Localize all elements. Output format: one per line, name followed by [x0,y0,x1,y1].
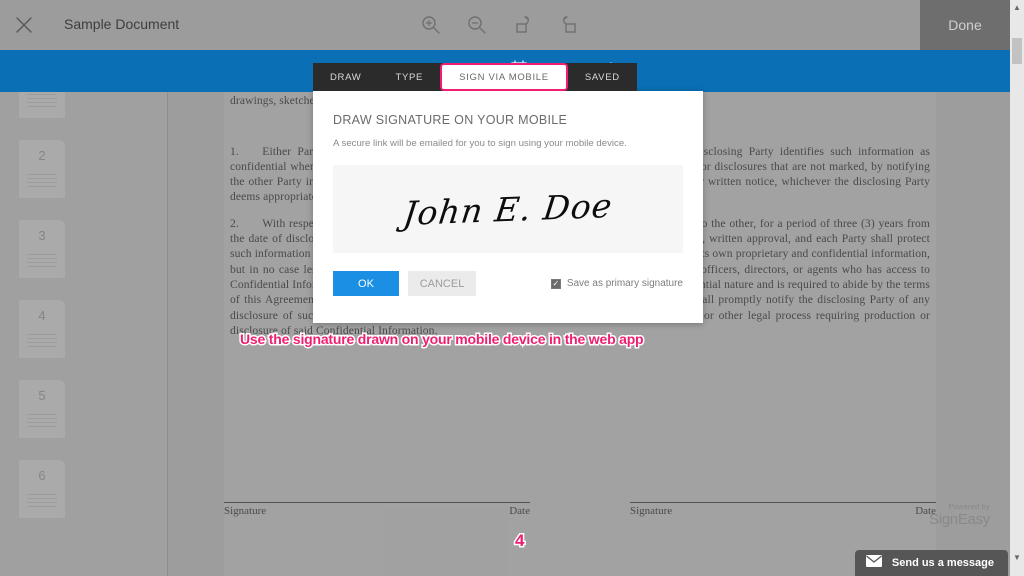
thumbnail-lines [27,94,57,110]
thumbnail-page-number: 2 [38,148,46,163]
thumbnail-lines [27,174,57,190]
thumbnail-page-number: 4 [38,308,46,323]
zoom-in-icon[interactable] [420,14,442,36]
close-icon[interactable] [12,13,36,37]
thumbnail-card[interactable]: 4 [19,300,65,358]
thumbnail-page-number: 6 [38,468,46,483]
signature-fields-row: Signature Date Signature Date [224,502,936,517]
thumbnail-page-number: 3 [38,228,46,243]
save-primary-signature-checkbox[interactable]: ✓ Save as primary signature [550,278,683,289]
modal-tab-sign-via-mobile[interactable]: SIGN VIA MOBILE [440,63,568,91]
step-number-badge: 4 [513,530,526,552]
checkbox-check-icon: ✓ [550,278,561,289]
zoom-out-icon[interactable] [466,14,488,36]
signature-field-right[interactable]: Signature Date [630,502,936,517]
modal-subtitle: A secure link will be emailed for you to… [333,138,627,149]
ok-button[interactable]: OK [333,271,399,296]
page-thumbnail-sidebar[interactable]: 123456 [0,50,168,576]
envelope-icon [865,554,883,573]
document-title: Sample Document [64,16,180,32]
signature-preview-pad[interactable]: John E. Doe [333,165,683,253]
powered-by-label: Powered by [948,502,990,511]
thumbnail-card[interactable]: 2 [19,140,65,198]
signature-label: Signature [630,505,673,517]
done-button[interactable]: Done [920,0,1010,50]
powered-by-branding: Powered by SignEasy [929,502,990,528]
signature-field-left[interactable]: Signature Date [224,502,530,517]
checkbox-label: Save as primary signature [566,278,683,289]
thumbnail-page-number: 5 [38,388,46,403]
thumbnail-card[interactable]: 3 [19,220,65,278]
chat-widget-label: Send us a message [891,557,994,569]
rotate-right-icon[interactable] [558,14,580,36]
page-thumbnail[interactable]: 4 [0,290,167,370]
thumbnail-card[interactable]: 6 [19,460,65,518]
modal-tab-draw[interactable]: DRAW [313,63,378,91]
app-header: Sample Document Done [0,0,1024,50]
modal-tab-saved[interactable]: SAVED [568,63,637,91]
brand-name: SignEasy [929,511,990,528]
scroll-up-arrow[interactable]: ▲ [1010,0,1024,14]
date-label: Date [509,505,530,517]
sign-via-mobile-modal: DRAW SIGNATURE ON YOUR MOBILE A secure l… [313,91,703,323]
vertical-scrollbar[interactable]: ▲ ▼ [1010,0,1024,576]
app-root: that Party's customers, prospects, partn… [0,0,1024,576]
page-thumbnail[interactable]: 2 [0,130,167,210]
callout-annotation: Use the signature drawn on your mobile d… [238,330,645,349]
thumbnail-lines [27,494,57,510]
page-thumbnail[interactable]: 6 [0,450,167,530]
modal-tab-type[interactable]: TYPE [378,63,440,91]
page-thumbnail[interactable]: 3 [0,210,167,290]
scrollbar-thumb[interactable] [1012,38,1022,64]
thumbnail-lines [27,414,57,430]
cancel-button[interactable]: CANCEL [408,271,476,296]
modal-title: DRAW SIGNATURE ON YOUR MOBILE [333,113,568,127]
signature-modal-tabs[interactable]: DRAW TYPE SIGN VIA MOBILE SAVED [313,63,637,91]
thumbnail-lines [27,334,57,350]
signature-preview-text: John E. Doe [401,185,615,233]
scroll-down-arrow[interactable]: ▼ [1010,550,1024,564]
thumbnail-card[interactable]: 5 [19,380,65,438]
thumbnail-lines [27,254,57,270]
rotate-left-icon[interactable] [512,14,534,36]
chat-widget-button[interactable]: Send us a message [854,550,1008,576]
page-thumbnail[interactable]: 5 [0,370,167,450]
signature-label: Signature [224,505,267,517]
